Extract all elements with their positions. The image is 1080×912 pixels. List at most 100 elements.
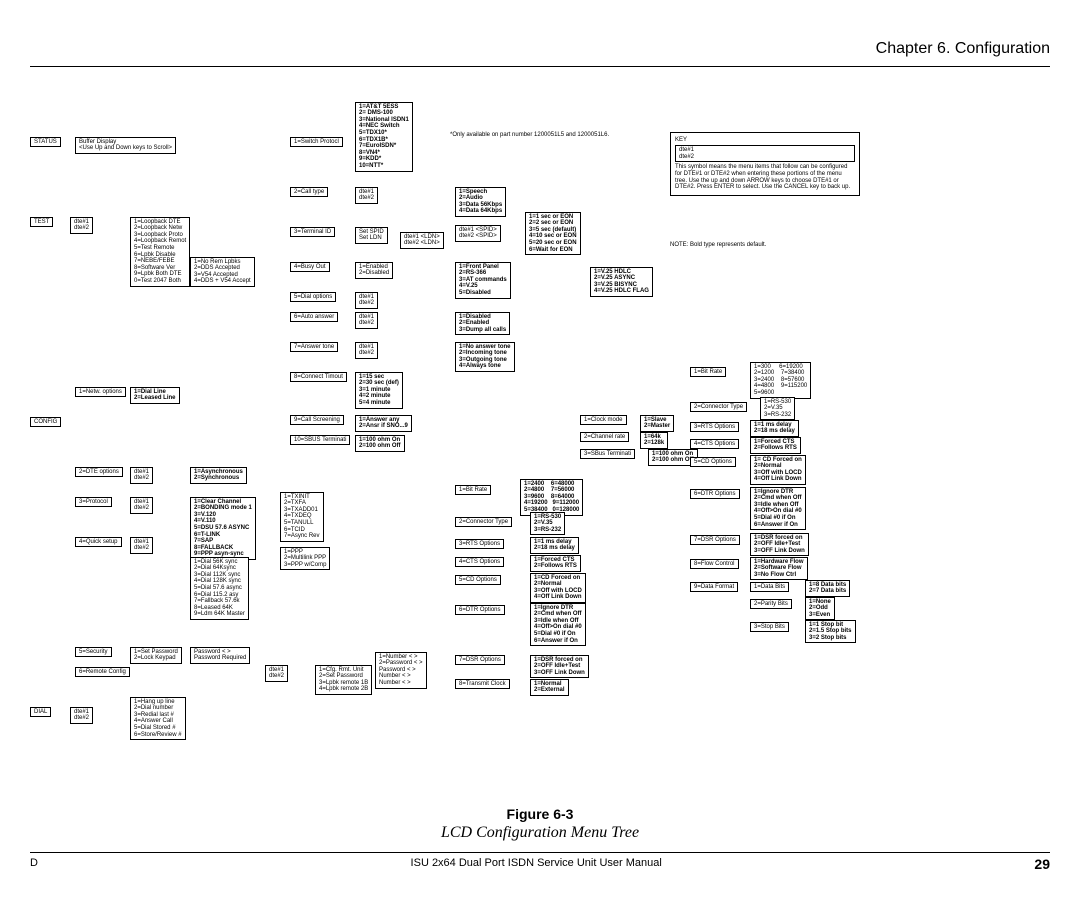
dsr2: 7=DSR Options [690, 535, 740, 546]
auto-list: 1=Disabled 2=Enabled 3=Dump all calls [455, 312, 510, 336]
netw-line: 1=Dial Line 2=Leased Line [130, 387, 180, 404]
proto-dte: dte#1 dte#2 [130, 497, 153, 514]
call-list: 1=Speech 2=Audio 3=Data 56Kbps 4=Data 64… [455, 187, 506, 217]
bit-rate: 1=Bit Rate [455, 485, 491, 496]
sw-list: 1=AT&T 5ESS 2= DMS-100 3=National ISDN1 … [355, 102, 413, 172]
hdlc: 1=V.25 HDLC 2=V.25 ASYNC 3=V.25 BISYNC 4… [590, 267, 653, 297]
term-dte: dte#1 <LDN> dte#2 <LDN> [400, 232, 444, 249]
bit-rate2: 1=Bit Rate [690, 367, 726, 378]
dtr: 6=DTR Options [455, 605, 505, 616]
chapter-title: Chapter 6. Configuration [30, 40, 1050, 67]
ans-dte: dte#1 dte#2 [355, 342, 378, 359]
menu-tree-diagram: STATUS Buffer Display <Use Up and Down k… [30, 97, 1050, 797]
conn-list3: 1=RS-530 2=V.35 3=RS-232 [760, 397, 795, 421]
sync: 1=Asynchronous 2=Synchronous [190, 467, 247, 484]
ans-tone: 7=Answer tone [290, 342, 338, 353]
sec-list: 1=Set Password 2=Lock Keypad [130, 647, 182, 664]
status-label: STATUS [30, 137, 61, 148]
test-rem: 1=No Rem Lpbks 2=DDS Accepted 3=V54 Acce… [190, 257, 255, 287]
cd-list: 1=CD Forced on 2=Normal 3=Off with LOCD … [530, 573, 586, 603]
sbus-list: 1=100 ohm On 2=100 ohm Off [355, 435, 405, 452]
dtr2: 6=DTR Options [690, 489, 740, 500]
cd2: 5=CD Options [690, 457, 736, 468]
dial-opt: 5=Dial options [290, 292, 336, 303]
test-loop: 1=Loopback DTE 2=Loopback Netw 3=Loopbac… [130, 217, 190, 287]
sbus-term: 3=SBus Terminati [580, 449, 635, 460]
auto-ans: 6=Auto answer [290, 312, 338, 323]
cts: 4=CTS Options [455, 557, 504, 568]
busy: 4=Busy Out [290, 262, 330, 273]
flow: 8=Flow Control [690, 559, 739, 570]
cts2: 4=CTS Options [690, 439, 739, 450]
key-text: This symbol means the menu items that fo… [675, 164, 855, 190]
stop: 3=Stop Bits [750, 622, 789, 633]
dial-dte2: dte#1 dte#2 [70, 707, 93, 724]
chan-rate: 2=Channel rate [580, 432, 629, 443]
proto-list: 1=Clear Channel 2=BONDING mode 1 3=V.120… [190, 497, 256, 560]
rts2: 3=RTS Options [690, 422, 739, 433]
parity: 2=Parity Bits [750, 599, 792, 610]
call-dte: dte#1 dte#2 [355, 187, 378, 204]
conn-list: 1=15 sec 2=30 sec (def) 3=1 minute 4=2 m… [355, 372, 403, 409]
netw-opt: 1=Netw. options [75, 387, 126, 398]
dsr: 7=DSR Options [455, 655, 505, 666]
key-title: KEY [675, 137, 855, 144]
quick: 4=Quick setup [75, 537, 122, 548]
bit-list: 1=2400 6=48000 2=4800 7=56000 3=9600 8=6… [520, 479, 583, 516]
parity-list: 1=None 2=Odd 3=Even [805, 597, 835, 621]
data-bits-list: 1=8 Data bits 2=7 Data bits [805, 580, 850, 597]
dtr-list: 1=Ignore DTR 2=Cmd when Off 3=Idle when … [530, 603, 586, 647]
rts-list2: 1=1 ms delay 2=18 ms delay [750, 420, 799, 437]
call-scr: 9=Call Screening [290, 415, 344, 426]
dial-label: DIAL [30, 707, 51, 718]
term-spid2: dte#1 <SPID> dte#2 <SPID> [455, 225, 501, 242]
note-bold: NOTE: Bold type represents default. [670, 242, 766, 249]
ppp: 1=PPP 2=Multilink PPP 3=PPP w/Comp [280, 547, 330, 571]
eon-list: 1=1 sec or EON 2=2 sec or EON 3=5 sec (d… [525, 212, 581, 256]
status-buffer: Buffer Display <Use Up and Down keys to … [75, 137, 176, 154]
figure-caption: LCD Configuration Menu Tree [30, 824, 1050, 842]
conn-type: 2=Connector Type [455, 517, 512, 528]
conn-list2: 1=RS-530 2=V.35 3=RS-232 [530, 512, 565, 536]
cd: 5=CD Options [455, 575, 501, 586]
dial-dte: dte#1 dte#2 [355, 292, 378, 309]
call-scr-list: 1=Answer any 2=Ansr if SNO...9 [355, 415, 412, 432]
conn-to: 8=Connect Timout [290, 372, 347, 383]
trans-clk: 8=Transmit Clock [455, 679, 510, 690]
rc-list: 1=Cfg. Rmt. Unit 2=Set Password 3=Lpbk r… [315, 665, 372, 695]
flow-list: 1=Hardware Flow 2=Software Flow 3=No Flo… [750, 557, 808, 581]
term-spid: Set SPID Set LDN [355, 227, 388, 244]
term-id: 3=Terminal ID [290, 227, 335, 238]
stop-list: 1=1 Stop bit 2=1.5 Stop bits 3=2 Stop bi… [805, 620, 856, 644]
auto-dte: dte#1 dte#2 [355, 312, 378, 329]
figure-label: Figure 6-3 [30, 807, 1050, 822]
conn-type2: 2=Connector Type [690, 402, 747, 413]
cts-list: 1=Forced CTS 2=Follows RTS [530, 555, 581, 572]
bit-list2: 1=300 6=19200 2=1200 7=38400 3=2400 8=57… [750, 362, 811, 399]
key-dte: dte#1dte#2 [675, 145, 855, 162]
front-panel: 1=Front Panel 2=RS-366 3=AT commands 4=V… [455, 262, 511, 299]
remote-cfg: 6=Remote Config [75, 667, 130, 678]
dsr-list2: 1=DSR forced on 2=OFF Idle+Test 3=OFF Li… [750, 533, 809, 557]
test-dte: dte#1 dte#2 [70, 217, 93, 234]
config-label: CONFIG [30, 417, 61, 428]
dte-dte: dte#1 dte#2 [130, 467, 153, 484]
rc-dte: dte#1 dte#2 [265, 665, 288, 682]
clock-mode: 1=Clock mode [580, 415, 627, 426]
test-label: TEST [30, 217, 53, 228]
busy-list: 1=Enabled 2=Disabled [355, 262, 393, 279]
sw-protocol: 1=Switch Protocl [290, 137, 343, 148]
footer-left: D [30, 857, 38, 872]
dial-list: 1=Hang up line 2=Dial number 3=Redial la… [130, 697, 186, 741]
protocol: 3=Protocol [75, 497, 112, 508]
cts-list2: 1=Forced CTS 2=Follows RTS [750, 437, 801, 454]
rts: 3=RTS Options [455, 539, 504, 550]
proto-tx: 1=TXINIT 2=TXFA 3=TXADD01 4=TXDEQ 5=TANU… [280, 492, 324, 542]
page-number: 29 [1034, 857, 1050, 872]
dsr-list: 1=DSR forced on 2=OFF Idle+Test 3=OFF Li… [530, 655, 589, 679]
security: 5=Security [75, 647, 112, 658]
ans-list: 1=No answer tone 2=Incoming tone 3=Outgo… [455, 342, 515, 372]
chan-list: 1=64k 2=128k [640, 432, 668, 449]
dtr-list2: 1=Ignore DTR 2=Cmd when Off 3=Idle when … [750, 487, 806, 531]
key-box: KEY dte#1dte#2 This symbol means the men… [670, 132, 860, 196]
